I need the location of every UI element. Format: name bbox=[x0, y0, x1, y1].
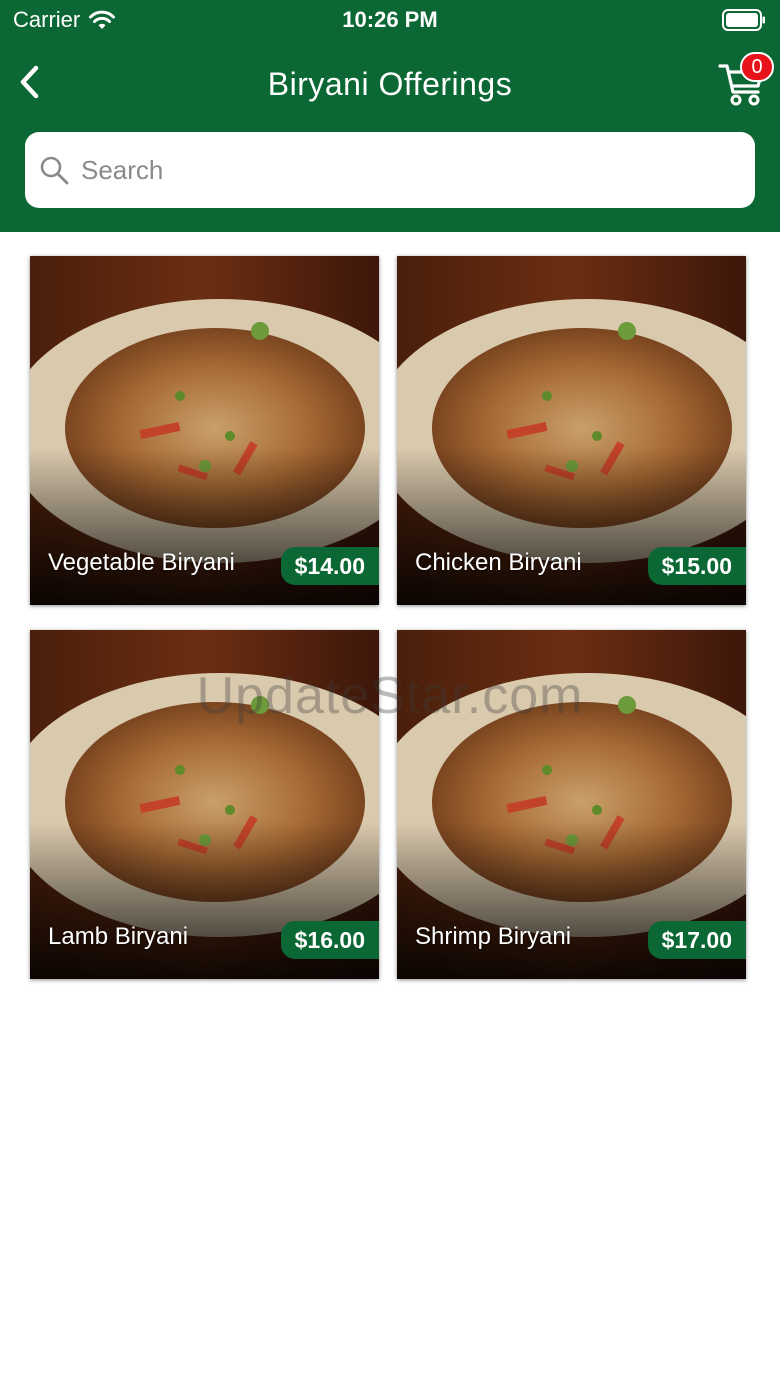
app-header: Carrier 10:26 PM Biryani Offerings 0 Sea… bbox=[0, 0, 780, 232]
product-card-chicken-biryani[interactable]: Chicken Biryani $15.00 bbox=[397, 256, 746, 605]
watermark: UpdateStar.com bbox=[196, 667, 584, 725]
product-card-vegetable-biryani[interactable]: Vegetable Biryani $14.00 bbox=[30, 256, 379, 605]
price-badge: $17.00 bbox=[647, 921, 746, 959]
search-icon bbox=[40, 156, 69, 185]
battery-icon bbox=[722, 9, 765, 31]
product-name: Vegetable Biryani bbox=[48, 549, 235, 576]
page-title: Biryani Offerings bbox=[267, 66, 513, 102]
navigation-bar: Biryani Offerings bbox=[0, 52, 780, 118]
product-name: Lamb Biryani bbox=[48, 923, 189, 950]
search-bar[interactable] bbox=[25, 132, 755, 208]
price-badge: $14.00 bbox=[280, 547, 379, 585]
price-badge: $16.00 bbox=[280, 921, 379, 959]
product-name: Chicken Biryani bbox=[415, 549, 582, 576]
status-bar: Carrier 10:26 PM bbox=[0, 0, 780, 40]
cart-count-badge: 0 bbox=[740, 52, 774, 82]
price-badge: $15.00 bbox=[647, 547, 746, 585]
status-time: 10:26 PM bbox=[342, 7, 438, 32]
product-name: Shrimp Biryani bbox=[415, 923, 572, 950]
search-input[interactable] bbox=[81, 154, 721, 186]
